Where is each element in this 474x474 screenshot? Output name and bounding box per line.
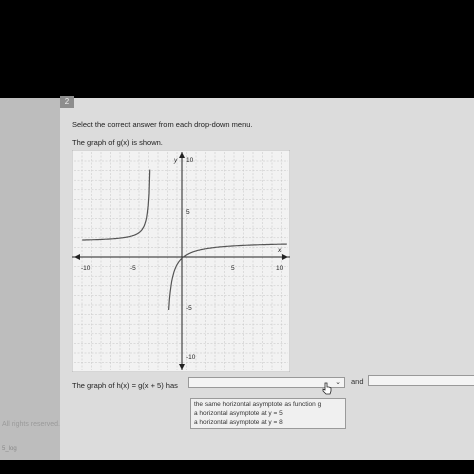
hand-cursor-icon: [322, 382, 332, 395]
copyright-text: All rights reserved.: [2, 421, 60, 428]
dropdown-option[interactable]: a horizontal asymptote at y = 5: [194, 409, 342, 418]
question-instructions: Select the correct answer from each drop…: [72, 120, 253, 129]
second-dropdown[interactable]: [368, 375, 474, 386]
and-label: and: [351, 377, 364, 386]
x-tick-label-neg10: -10: [81, 265, 91, 272]
x-tick-label-neg5: -5: [130, 265, 136, 272]
y-tick-label-10: 10: [186, 157, 194, 164]
answer-prompt: The graph of h(x) = g(x + 5) has: [72, 381, 178, 390]
x-tick-label-10: 10: [276, 265, 284, 272]
y-tick-label-neg10: -10: [186, 354, 196, 361]
dropdown-option[interactable]: the same horizontal asymptote as functio…: [194, 400, 342, 409]
x-tick-label-5: 5: [231, 265, 235, 272]
y-tick-label-neg5: -5: [186, 305, 192, 312]
graph-caption: The graph of g(x) is shown.: [72, 138, 163, 147]
chevron-down-icon[interactable]: ⌄: [335, 378, 341, 388]
function-graph: -10 -5 5 10 10 5 -5 -10 y x: [71, 149, 292, 377]
graph-svg: -10 -5 5 10 10 5 -5 -10 y x: [71, 149, 292, 373]
taskbar-label: 5_log: [2, 446, 17, 452]
dropdown-option[interactable]: a horizontal asymptote at y = 8: [194, 418, 342, 427]
y-tick-label-5: 5: [186, 209, 190, 216]
dropdown-options-list: the same horizontal asymptote as functio…: [190, 398, 346, 429]
question-number-badge: 2: [60, 96, 74, 108]
left-sidebar-strip: [0, 98, 60, 460]
